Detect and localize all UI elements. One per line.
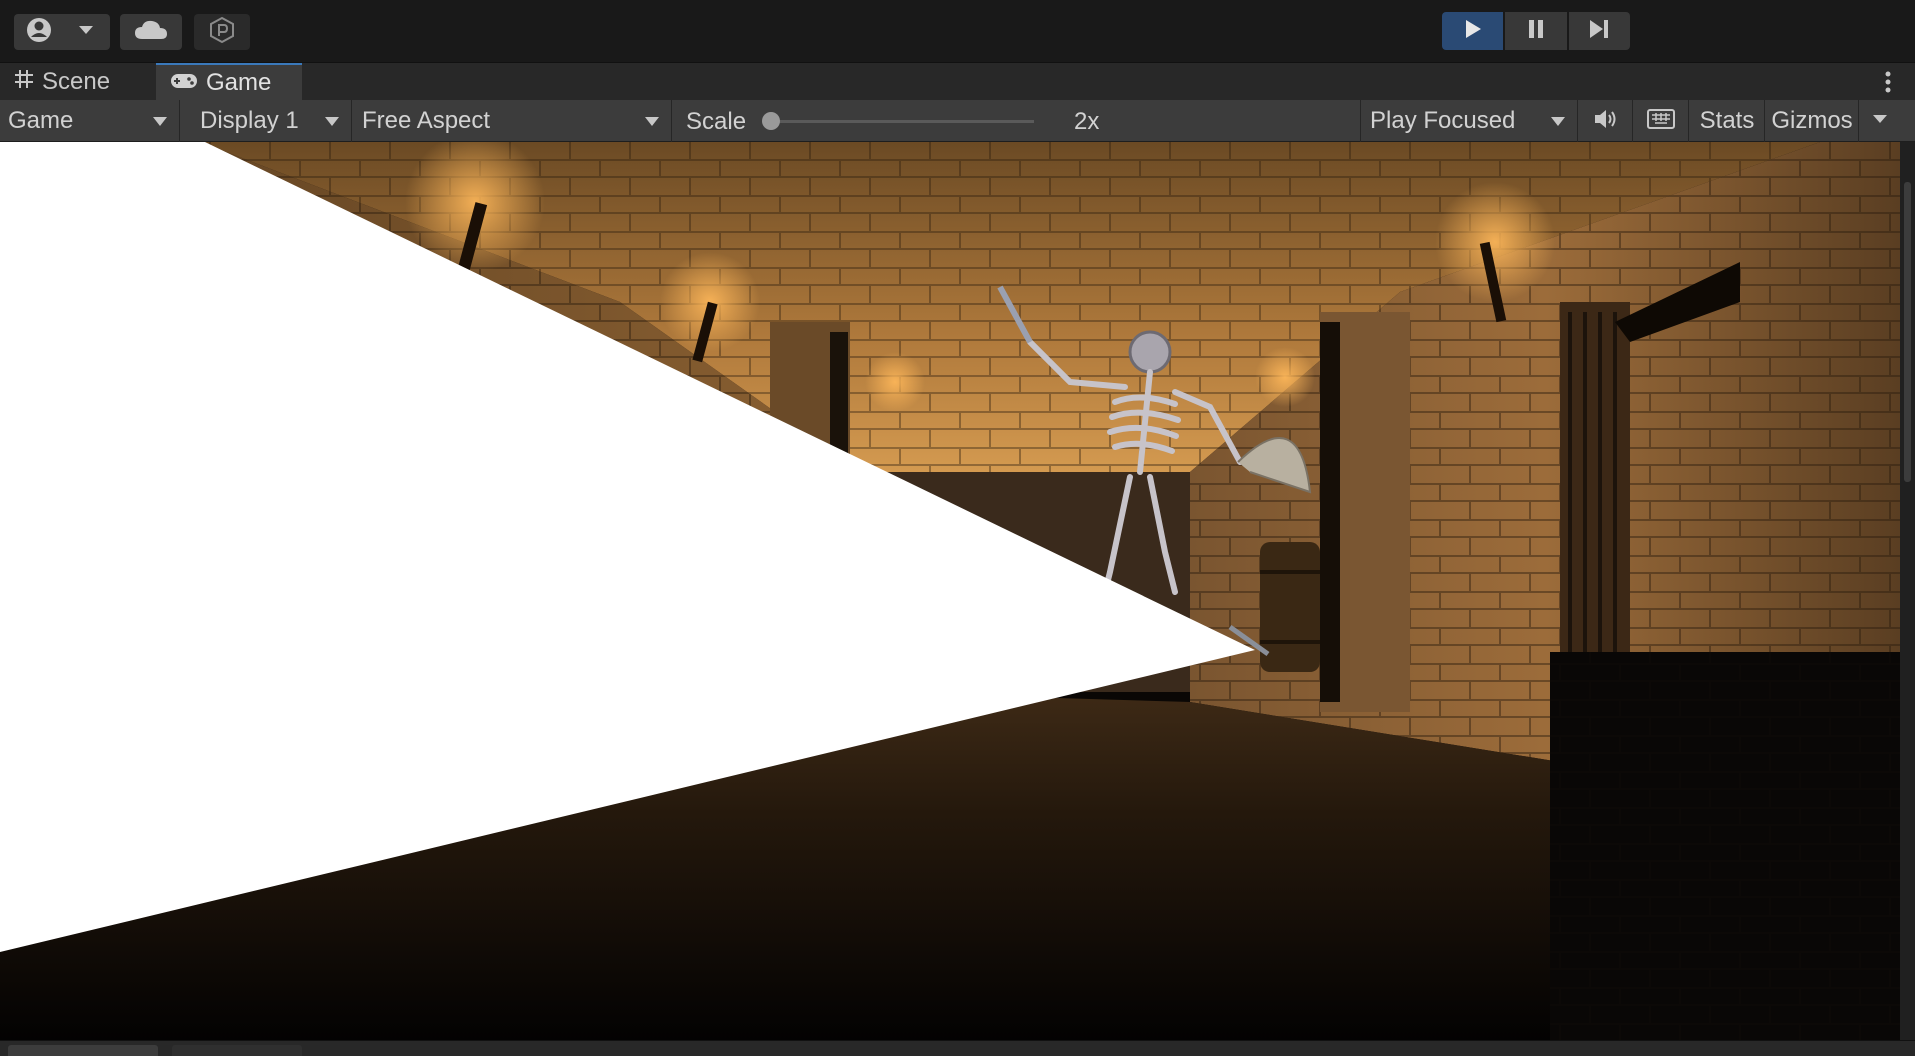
tab-scene[interactable]: Scene (0, 63, 155, 101)
editor-tab-bar: Scene Game (0, 62, 1915, 101)
scrollbar-thumb[interactable] (1904, 182, 1911, 482)
chevron-down-icon (153, 117, 167, 126)
game-view-toolbar: Game Display 1 Free Aspect Scale 2x Play… (0, 100, 1915, 142)
cloud-icon (134, 19, 168, 46)
display-select[interactable]: Display 1 (182, 100, 352, 142)
grid-icon (14, 68, 34, 96)
aspect-value: Free Aspect (362, 107, 491, 134)
mute-audio-button[interactable] (1580, 100, 1633, 142)
gamepad-icon (170, 69, 198, 97)
play-button[interactable] (1442, 12, 1504, 50)
tab-project[interactable] (8, 1045, 158, 1056)
chevron-down-icon (325, 117, 339, 126)
chevron-down-icon (1872, 112, 1888, 130)
scale-slider-track[interactable] (770, 120, 1034, 123)
chevron-down-icon (1551, 117, 1565, 126)
speaker-icon (1593, 108, 1619, 135)
main-toolbar (0, 0, 1915, 62)
chevron-down-icon (645, 117, 659, 126)
step-button[interactable] (1568, 12, 1630, 50)
account-icon (24, 15, 54, 50)
kebab-menu-icon[interactable] (1883, 69, 1893, 95)
tab-game[interactable]: Game (156, 63, 302, 101)
gizmos-button[interactable]: Gizmos (1766, 100, 1859, 142)
view-type-value: Game (8, 107, 74, 134)
collab-icon (208, 16, 236, 49)
tab-scene-label: Scene (42, 68, 111, 95)
unity-editor-window: Scene Game Game Display 1 Free Aspect Sc… (0, 0, 1915, 1056)
aspect-select[interactable]: Free Aspect (354, 100, 672, 142)
scale-slider-thumb[interactable] (762, 112, 780, 130)
tab-console[interactable] (172, 1045, 302, 1056)
pause-button[interactable] (1505, 12, 1567, 50)
view-type-select[interactable]: Game (0, 100, 180, 142)
viewport-scrollbar[interactable] (1900, 142, 1915, 1040)
display-value: Display 1 (200, 107, 299, 134)
play-icon (1462, 18, 1484, 45)
cloud-button[interactable] (120, 14, 182, 50)
playmode-controls (1442, 12, 1630, 50)
pause-icon (1525, 18, 1547, 45)
shortcuts-button[interactable] (1634, 100, 1689, 142)
stats-button[interactable]: Stats (1690, 100, 1765, 142)
keyboard-icon (1647, 108, 1675, 134)
bottom-panel-tabs (0, 1040, 1915, 1056)
scale-value: 2x (1074, 108, 1100, 135)
game-render (0, 142, 1900, 1040)
chevron-down-icon (78, 23, 94, 41)
scale-control: Scale 2x (674, 100, 1361, 142)
gizmos-dropdown[interactable] (1860, 100, 1900, 142)
play-mode-select[interactable]: Play Focused (1362, 100, 1578, 142)
account-dropdown[interactable] (14, 14, 110, 50)
step-icon (1587, 18, 1611, 45)
game-viewport[interactable] (0, 142, 1900, 1040)
scale-label: Scale (686, 108, 747, 135)
collab-button[interactable] (194, 14, 250, 50)
play-mode-value: Play Focused (1370, 107, 1516, 134)
tab-game-label: Game (206, 69, 272, 96)
